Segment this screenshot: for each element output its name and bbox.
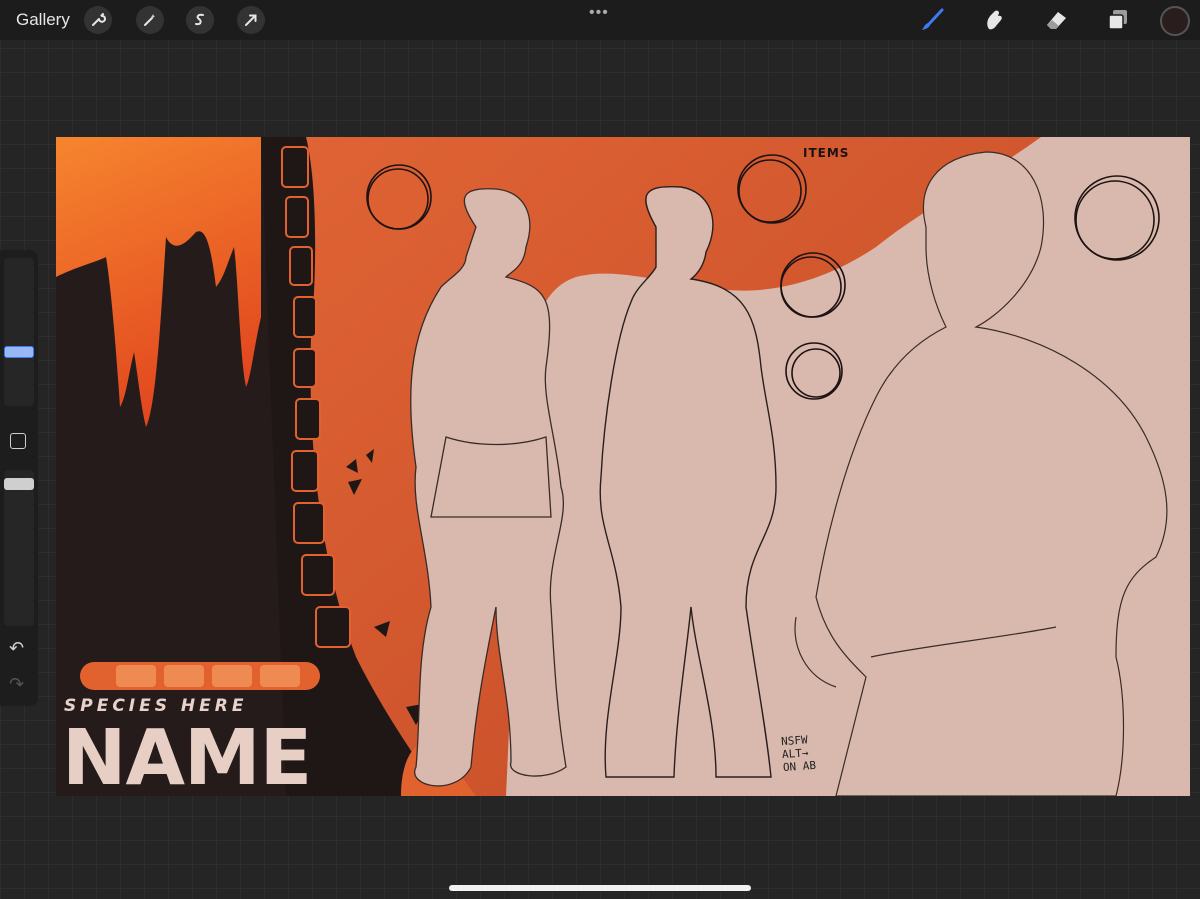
- arrow-cursor-icon: [245, 14, 257, 26]
- selection-icon: [195, 13, 204, 26]
- modify-button[interactable]: [10, 433, 26, 449]
- color-swatch[interactable]: [1160, 6, 1190, 36]
- name-text: NAME: [62, 714, 312, 797]
- layers-icon: [1108, 10, 1127, 30]
- species-text: SPECIES HERE: [64, 696, 248, 716]
- brush-icon: [922, 8, 944, 30]
- artwork-canvas[interactable]: ITEMS SPECIES HERE NAME NSFW ALT→ ON AB: [56, 137, 1190, 796]
- more-menu-button[interactable]: •••: [589, 4, 609, 22]
- top-toolbar: Gallery •••: [0, 0, 1200, 40]
- undo-icon[interactable]: ↶: [9, 638, 24, 659]
- items-title: ITEMS: [803, 146, 850, 160]
- eraser-icon: [1047, 12, 1066, 29]
- redo-icon[interactable]: ↷: [9, 674, 24, 695]
- gallery-button[interactable]: Gallery: [16, 10, 70, 30]
- selection-button[interactable]: [186, 6, 214, 34]
- brush-size-knob[interactable]: [4, 346, 34, 358]
- opacity-slider[interactable]: [4, 470, 34, 626]
- adjustments-button[interactable]: [136, 6, 164, 34]
- home-indicator[interactable]: [449, 885, 751, 891]
- wrench-icon: [92, 13, 106, 26]
- layers-button[interactable]: [1104, 6, 1132, 34]
- brush-tool-button[interactable]: [918, 6, 946, 34]
- actions-button[interactable]: [84, 6, 112, 34]
- eraser-tool-button[interactable]: [1042, 6, 1070, 34]
- smudge-tool-button[interactable]: [980, 6, 1008, 34]
- brush-size-slider[interactable]: [4, 258, 34, 406]
- smudge-icon: [987, 10, 1002, 30]
- magic-wand-icon: [144, 14, 156, 26]
- nsfw-note: NSFW ALT→ ON AB: [780, 733, 817, 775]
- transform-button[interactable]: [237, 6, 265, 34]
- left-sidebar: ↶ ↷: [0, 250, 38, 706]
- opacity-knob[interactable]: [4, 478, 34, 490]
